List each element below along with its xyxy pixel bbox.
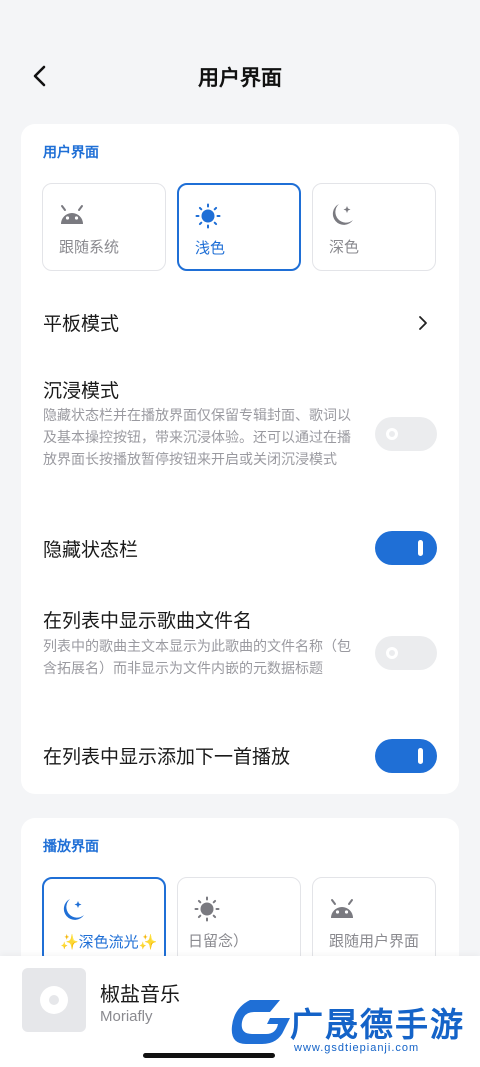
disc-icon [40, 986, 68, 1014]
album-cover [22, 968, 86, 1032]
hide-statusbar-title: 隐藏状态栏 [43, 539, 139, 561]
player-theme-follow-ui[interactable]: 跟随用户界面 [312, 877, 436, 965]
theme-option-label: 深色 [329, 238, 360, 256]
android-icon [61, 205, 83, 224]
hide-statusbar-toggle[interactable] [375, 531, 437, 565]
android-icon [331, 899, 353, 918]
page-title: 用户界面 [198, 66, 282, 90]
show-filename-desc: 列表中的歌曲主文本显示为此歌曲的文件名称（包含拓展名）而非显示为文件内嵌的元数据… [43, 639, 351, 677]
chevron-right-icon [419, 316, 427, 330]
show-filename-title: 在列表中显示歌曲文件名 [43, 610, 253, 632]
moon-icon [63, 899, 84, 920]
show-add-next-toggle[interactable] [375, 739, 437, 773]
watermark-logo-icon [231, 1000, 290, 1044]
theme-option-label: 跟随用户界面 [329, 932, 420, 950]
theme-option-label: 跟随系统 [59, 238, 120, 256]
theme-option-light[interactable]: 浅色 [177, 183, 301, 271]
immersive-mode-title: 沉浸模式 [43, 380, 120, 402]
theme-option-label: 日留念） [188, 932, 249, 950]
player-settings-card: 播放界面 ✨深色流光✨ 日留念） 跟随用户界面 [21, 818, 459, 978]
watermark: 广晟德手游 www.gsdtiepianji.com [222, 988, 480, 1067]
watermark-name: 广晟德手游 [290, 1005, 465, 1044]
section-title-player: 播放界面 [43, 839, 99, 855]
show-filename-toggle[interactable] [375, 636, 437, 670]
show-add-next-title: 在列表中显示添加下一首播放 [43, 746, 291, 768]
sun-icon [195, 203, 221, 229]
section-title-ui: 用户界面 [43, 145, 99, 161]
song-artist: Moriafly [100, 1008, 153, 1025]
app-header: 用户界面 [0, 0, 480, 120]
song-title: 椒盐音乐 [100, 982, 180, 1006]
immersive-mode-toggle[interactable] [375, 417, 437, 451]
ui-settings-card: 用户界面 跟随系统 浅色 深色 平板模式 沉浸模式 隐藏状态栏并在播放界面仅保留… [21, 124, 459, 794]
immersive-mode-desc: 隐藏状态栏并在播放界面仅保留专辑封面、歌词以及基本操控按钮，带来沉浸体验。还可以… [43, 408, 351, 468]
moon-icon [332, 204, 353, 225]
tablet-mode-title: 平板模式 [43, 313, 120, 335]
theme-option-follow-system[interactable]: 跟随系统 [42, 183, 166, 271]
watermark-url: www.gsdtiepianji.com [294, 1042, 420, 1054]
theme-option-label: 浅色 [195, 239, 226, 257]
player-theme-light[interactable]: 日留念） [177, 877, 301, 965]
theme-option-label: ✨深色流光✨ [60, 933, 158, 951]
player-theme-dark-flow[interactable]: ✨深色流光✨ [42, 877, 166, 965]
sun-icon [194, 896, 220, 922]
theme-option-dark[interactable]: 深色 [312, 183, 436, 271]
